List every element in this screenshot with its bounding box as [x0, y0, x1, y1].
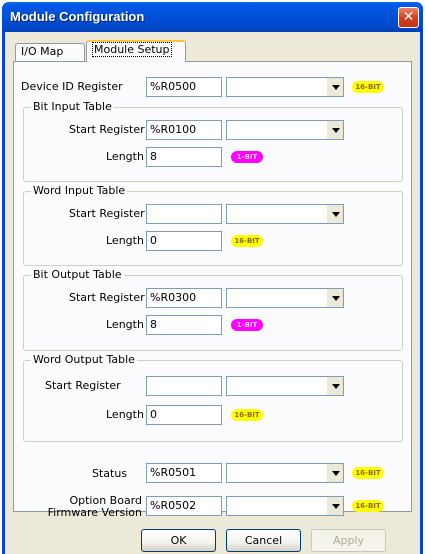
- window-title: Module Configuration: [10, 9, 145, 24]
- firmware-dropdown[interactable]: [226, 496, 344, 516]
- bit-output-start-input[interactable]: %R0300: [146, 288, 222, 308]
- word-output-start-label: Start Register: [45, 379, 121, 392]
- apply-button[interactable]: Apply: [311, 529, 386, 552]
- word-output-start-input[interactable]: [146, 376, 222, 396]
- module-setup-panel: Device ID Register %R0500 16-BIT Bit Inp…: [13, 61, 412, 519]
- chevron-down-icon[interactable]: [326, 121, 343, 139]
- bit-output-start-label: Start Register: [69, 291, 145, 304]
- title-bar[interactable]: Module Configuration ✕: [2, 2, 423, 32]
- status-dropdown[interactable]: [226, 463, 344, 483]
- bit-output-length-label: Length: [106, 318, 144, 331]
- module-configuration-window: Module Configuration ✕ I/O Map Module Se…: [2, 2, 423, 554]
- word-input-start-dropdown[interactable]: [226, 204, 344, 224]
- ok-button[interactable]: OK: [141, 529, 216, 552]
- chevron-down-icon[interactable]: [326, 205, 343, 223]
- word-input-table-group: Word Input Table Start Register Length 0…: [23, 184, 403, 266]
- dialog-client-area: I/O Map Module Setup Device ID Register …: [5, 32, 420, 554]
- firmware-label-line2: Firmware Version: [47, 506, 142, 519]
- word-output-table-title: Word Output Table: [31, 353, 137, 366]
- word-input-start-input[interactable]: [146, 204, 222, 224]
- word-input-length-label: Length: [106, 234, 144, 247]
- firmware-16bit-badge: 16-BIT: [352, 500, 384, 512]
- device-id-dropdown[interactable]: [226, 77, 344, 97]
- bit-output-table-title: Bit Output Table: [31, 268, 124, 281]
- status-input[interactable]: %R0501: [146, 463, 222, 483]
- bit-input-start-dropdown[interactable]: [226, 120, 344, 140]
- bit-input-length-label: Length: [106, 150, 144, 163]
- chevron-down-icon[interactable]: [326, 289, 343, 307]
- word-input-length-input[interactable]: 0: [146, 231, 222, 251]
- chevron-down-icon[interactable]: [326, 464, 343, 482]
- word-output-length-input[interactable]: 0: [146, 405, 222, 425]
- bit-output-length-input[interactable]: 8: [146, 315, 222, 335]
- tab-io-map[interactable]: I/O Map: [15, 43, 85, 61]
- tab-io-map-label: I/O Map: [21, 45, 64, 58]
- chevron-down-icon[interactable]: [326, 377, 343, 395]
- close-icon[interactable]: ✕: [398, 7, 419, 28]
- bit-input-start-input[interactable]: %R0100: [146, 120, 222, 140]
- device-id-input[interactable]: %R0500: [146, 77, 222, 97]
- word-input-start-label: Start Register: [69, 207, 145, 220]
- chevron-down-icon[interactable]: [326, 497, 343, 515]
- device-id-16bit-badge: 16-BIT: [352, 81, 384, 93]
- status-label: Status: [92, 467, 128, 480]
- status-16bit-badge: 16-BIT: [352, 467, 384, 479]
- cancel-button[interactable]: Cancel: [226, 529, 301, 552]
- word-output-16bit-badge: 16-BIT: [231, 409, 263, 421]
- device-id-label: Device ID Register: [21, 80, 123, 93]
- bit-output-start-dropdown[interactable]: [226, 288, 344, 308]
- bit-input-length-input[interactable]: 8: [146, 147, 222, 167]
- word-input-table-title: Word Input Table: [31, 184, 128, 197]
- bit-output-table-group: Bit Output Table Start Register %R0300 L…: [23, 268, 403, 351]
- firmware-label: Option Board Firmware Version: [30, 495, 142, 519]
- word-output-length-label: Length: [106, 408, 144, 421]
- bit-output-1bit-badge: 1-BIT: [231, 319, 263, 331]
- tab-module-setup[interactable]: Module Setup: [86, 40, 186, 62]
- bit-input-start-label: Start Register: [69, 123, 145, 136]
- tab-module-setup-label: Module Setup: [92, 42, 172, 57]
- word-input-16bit-badge: 16-BIT: [231, 235, 263, 247]
- word-output-table-group: Word Output Table Start Register Length …: [23, 353, 403, 442]
- firmware-input[interactable]: %R0502: [146, 496, 222, 516]
- bit-input-table-title: Bit Input Table: [31, 100, 114, 113]
- bit-input-1bit-badge: 1-BIT: [231, 151, 263, 163]
- bit-input-table-group: Bit Input Table Start Register %R0100 Le…: [23, 100, 403, 182]
- chevron-down-icon[interactable]: [326, 78, 343, 96]
- word-output-start-dropdown[interactable]: [226, 376, 344, 396]
